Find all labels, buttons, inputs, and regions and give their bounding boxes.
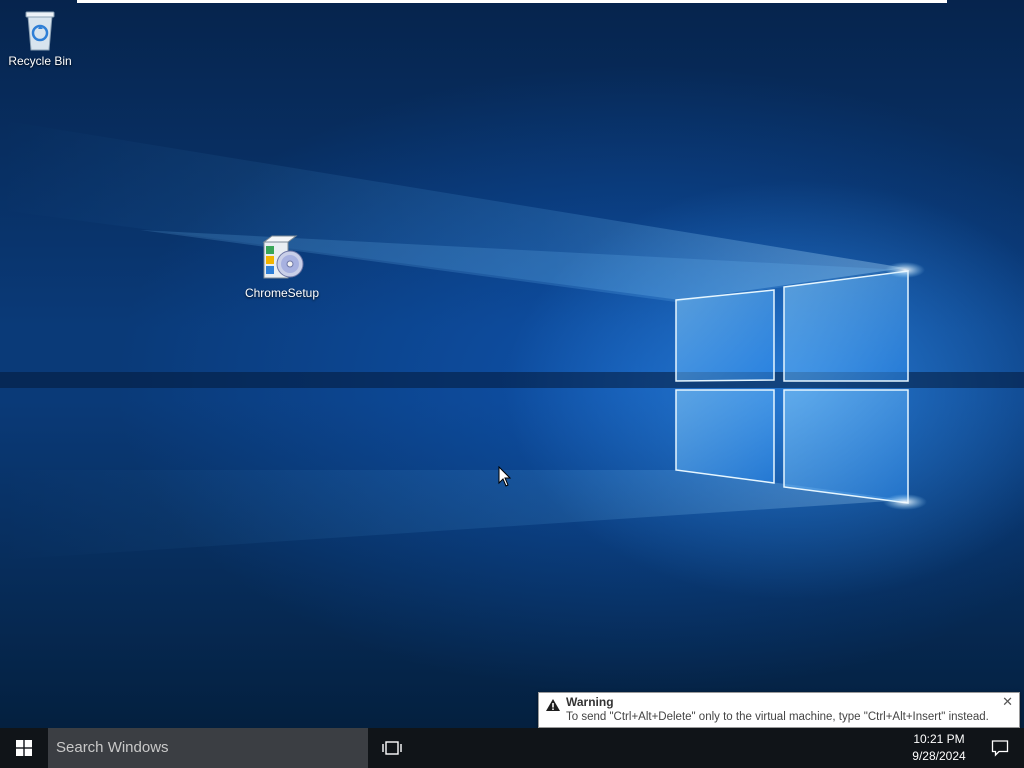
- recycle-bin-icon: [25, 11, 55, 51]
- notification-title: Warning: [566, 695, 614, 709]
- warning-notification[interactable]: Warning To send "Ctrl+Alt+Delete" only t…: [538, 692, 1020, 728]
- desktop-icon-recycle-bin[interactable]: Recycle Bin: [0, 8, 80, 68]
- desktop-icon-label: Recycle Bin: [8, 54, 72, 68]
- action-center-button[interactable]: [976, 728, 1024, 768]
- desktop-icon-label: ChromeSetup: [244, 286, 320, 300]
- action-center-icon: [991, 740, 1009, 757]
- wallpaper: [0, 120, 1024, 560]
- close-icon[interactable]: ✕: [1002, 694, 1013, 710]
- clock-time: 10:21 PM: [913, 732, 965, 746]
- desktop-icon-chromesetup[interactable]: ChromeSetup: [242, 234, 322, 300]
- warning-icon: [546, 699, 560, 711]
- taskbar: Search Windows 10:21 PM 9/28/2024: [0, 728, 1024, 768]
- windows-logo-icon: [16, 740, 32, 756]
- start-button[interactable]: [0, 728, 48, 768]
- taskbar-clock[interactable]: 10:21 PM 9/28/2024: [896, 731, 982, 765]
- clock-date: 9/28/2024: [912, 749, 966, 763]
- task-view-button[interactable]: [372, 728, 412, 768]
- search-input[interactable]: Search Windows: [48, 728, 368, 768]
- task-view-icon: [382, 741, 402, 755]
- notification-message: To send "Ctrl+Alt+Delete" only to the vi…: [566, 711, 989, 723]
- vm-console-bar: [77, 0, 947, 3]
- installer-icon: [262, 235, 304, 279]
- desktop[interactable]: Recycle Bin ChromeSetup Warning To send …: [0, 0, 1024, 728]
- mouse-cursor-icon: [498, 466, 512, 487]
